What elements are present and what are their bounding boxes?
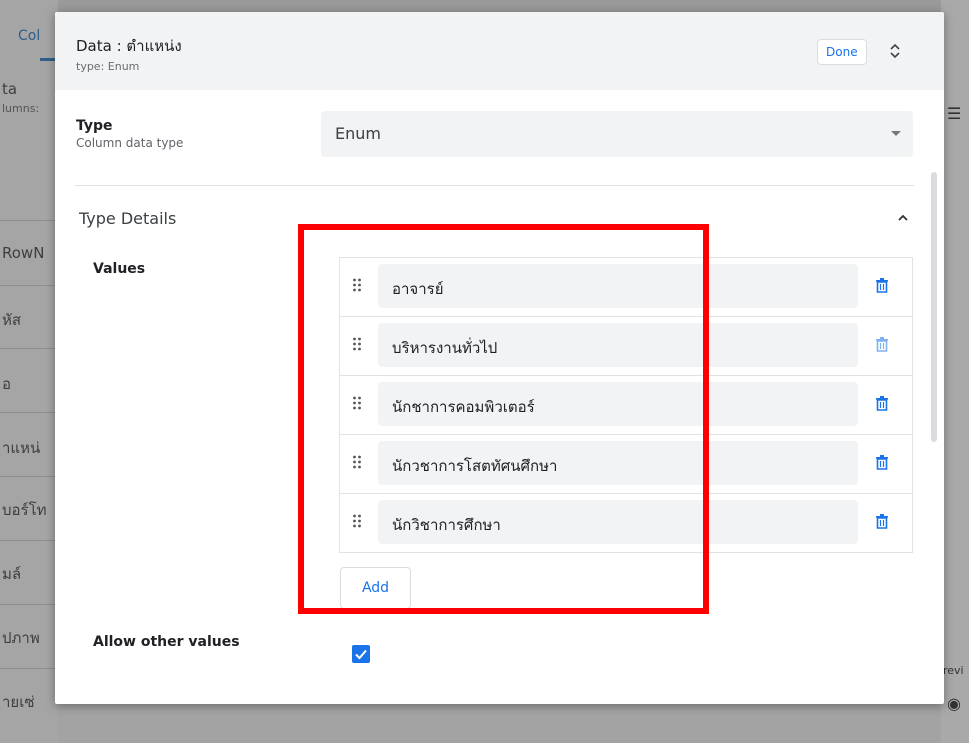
divider (0, 476, 58, 477)
value-input[interactable]: อาจารย์ (378, 264, 858, 308)
values-list: อาจารย์ บริหารงานทั่วไป นักชาการคอมพิวเต… (339, 257, 913, 553)
type-label: Type (76, 118, 113, 134)
expand-collapse-icon[interactable] (888, 40, 902, 62)
divider (0, 285, 58, 286)
checkmark-icon (355, 649, 367, 660)
background-label: lumns: (2, 102, 40, 115)
section-divider (75, 185, 914, 186)
dialog-header: Data : ตำแหน่ง type: Enum Done (55, 12, 944, 90)
background-label: าแหน่ (2, 439, 41, 457)
divider (0, 412, 58, 413)
allow-other-values-checkbox[interactable] (352, 645, 370, 663)
type-select[interactable]: Enum (321, 111, 913, 157)
background-label: มล์ (2, 565, 22, 583)
value-input[interactable]: นักวิชาการศึกษา (378, 500, 858, 544)
trash-icon[interactable] (876, 514, 888, 529)
drag-handle-icon[interactable] (352, 337, 362, 351)
divider (0, 220, 58, 221)
value-text: นักวิชาการศึกษา (392, 516, 501, 534)
list-item: นักชาการคอมพิวเตอร์ (339, 375, 913, 434)
background-columns-tab: Col (18, 28, 41, 44)
done-button[interactable]: Done (817, 39, 867, 65)
value-text: นักชาการคอมพิวเตอร์ (392, 398, 535, 416)
value-input[interactable]: บริหารงานทั่วไป (378, 323, 858, 367)
trash-icon[interactable] (876, 278, 888, 293)
scrollbar-thumb[interactable] (931, 172, 937, 442)
dialog-title: Data : ตำแหน่ง (76, 37, 182, 55)
type-details-header[interactable]: Type Details (79, 209, 176, 228)
background-label: หัส (2, 311, 22, 329)
column-edit-dialog: Data : ตำแหน่ง type: Enum Done Type Colu… (55, 12, 944, 704)
allow-other-values-label: Allow other values (93, 634, 240, 650)
background-label: ายเซ่ (2, 693, 35, 711)
drag-handle-icon[interactable] (352, 514, 362, 528)
trash-icon[interactable] (876, 337, 888, 352)
value-input[interactable]: นักชาการคอมพิวเตอร์ (378, 382, 858, 426)
background-label: ta (2, 80, 18, 98)
trash-icon[interactable] (876, 455, 888, 470)
scrollbar[interactable] (931, 172, 937, 442)
value-text: นักวชาการโสตทัศนศึกษา (392, 457, 558, 475)
account-icon: ◉ (947, 694, 961, 713)
dialog-subtitle: type: Enum (76, 60, 140, 73)
background-preview-panel: ☰ revi ◉ (941, 0, 969, 743)
dropdown-caret-icon (891, 131, 901, 136)
values-label: Values (93, 261, 146, 277)
value-input[interactable]: นักวชาการโสตทัศนศึกษา (378, 441, 858, 485)
background-label: บอร์โท (2, 501, 47, 519)
list-item: นักวชาการโสตทัศนศึกษา (339, 434, 913, 493)
value-text: อาจารย์ (392, 280, 444, 298)
divider (0, 604, 58, 605)
background-column-list: Col ta lumns: RowN หัส อ าแหน่ บอร์โท มล… (0, 0, 58, 743)
divider (0, 540, 58, 541)
type-sublabel: Column data type (76, 136, 184, 150)
filter-icon: ☰ (947, 104, 962, 123)
background-label: อ (2, 375, 12, 393)
drag-handle-icon[interactable] (352, 278, 362, 292)
background-footer (58, 700, 941, 743)
value-text: บริหารงานทั่วไป (392, 339, 498, 357)
drag-handle-icon[interactable] (352, 455, 362, 469)
divider (0, 668, 58, 669)
list-item: บริหารงานทั่วไป (339, 316, 913, 375)
background-label: ปภาพ (2, 629, 40, 647)
divider (0, 348, 58, 349)
background-preview-label: revi (943, 664, 964, 677)
add-value-button[interactable]: Add (340, 567, 411, 609)
drag-handle-icon[interactable] (352, 396, 362, 410)
list-item: อาจารย์ (339, 257, 913, 316)
trash-icon[interactable] (876, 396, 888, 411)
background-label: RowN (2, 244, 45, 262)
chevron-up-icon[interactable] (895, 210, 911, 226)
type-select-value: Enum (335, 124, 381, 143)
list-item: นักวิชาการศึกษา (339, 493, 913, 553)
